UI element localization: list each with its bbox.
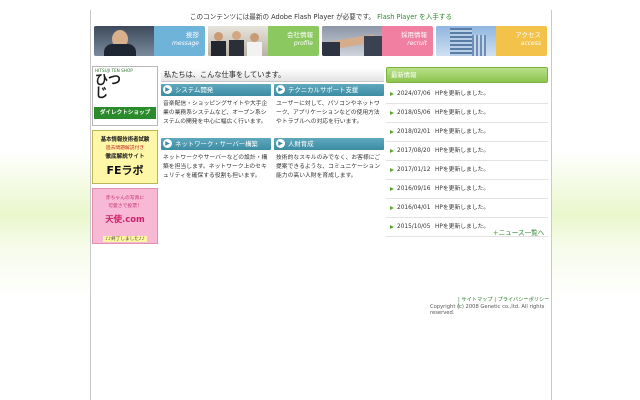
hitsuji-sub: ダイレクトショップ bbox=[94, 107, 156, 119]
news-date: 2017/08/20 bbox=[397, 148, 431, 154]
services-intro: 私たちは、こんな仕事をしています。 bbox=[161, 68, 384, 82]
page-container: このコンテンツには最新の Adobe Flash Player が必要です。 F… bbox=[90, 10, 552, 400]
nav-profile-sub: profile bbox=[293, 40, 313, 47]
news-date: 2016/09/16 bbox=[397, 186, 431, 192]
news-date: 2015/10/05 bbox=[397, 224, 431, 230]
service-system-dev: ▶ システム開発 音楽配信・ショッピングサイトや大手企業の業務系システムなど、オー… bbox=[161, 84, 271, 128]
news-list-label: ニュース一覧へ bbox=[498, 229, 545, 237]
news-item[interactable]: 2018/05/06 HPを更新しました。 bbox=[386, 104, 548, 123]
nav-recruit-label: 採用情報 bbox=[401, 31, 427, 39]
news-list-link[interactable]: +ニュース一覧へ bbox=[493, 227, 544, 237]
service-system-dev-title[interactable]: ▶ システム開発 bbox=[161, 84, 271, 96]
tenshi-sub: ♪♪終了しました♪♪ bbox=[103, 236, 147, 242]
staff-photo bbox=[208, 26, 268, 56]
nav-profile-label: 会社情報 bbox=[287, 31, 313, 39]
sitemap-link[interactable]: サイトマップ bbox=[461, 297, 492, 303]
flash-notice: このコンテンツには最新の Adobe Flash Player が必要です。 F… bbox=[91, 13, 551, 22]
news-item[interactable]: 2016/04/01 HPを更新しました。 bbox=[386, 199, 548, 218]
service-title-text: テクニカルサポート支援 bbox=[288, 86, 359, 94]
nav-message-label: 挨拶 bbox=[186, 31, 199, 39]
service-tech-support-title[interactable]: ▶ テクニカルサポート支援 bbox=[274, 84, 384, 96]
service-tech-support-body: ユーザーに対して、パソコンやネットワーク、アプリケーションなどの使用方法やトラブ… bbox=[276, 101, 380, 126]
tenshi-line1: 赤ちゃんの写真に bbox=[105, 196, 145, 201]
hitsuji-title: ひつじ bbox=[95, 73, 122, 101]
nav-access[interactable]: アクセス access bbox=[436, 26, 547, 56]
privacy-policy-link[interactable]: プライバシーポリシー bbox=[498, 297, 550, 303]
news-text: HPを更新しました。 bbox=[435, 167, 490, 173]
nav-access-label: アクセス bbox=[515, 31, 541, 39]
news-date: 2016/04/01 bbox=[397, 205, 431, 211]
president-photo bbox=[94, 26, 154, 56]
tenshi-title: 天使.com bbox=[105, 214, 145, 224]
bullet-icon bbox=[390, 110, 394, 115]
service-hr: ▶ 人財育成 技術的なスキルのみでなく、お客様にご提案できるような、コミュニケーシ… bbox=[274, 138, 384, 182]
arrow-right-icon: ▶ bbox=[276, 139, 285, 148]
nav-recruit[interactable]: 採用情報 recruit bbox=[322, 26, 433, 56]
bullet-icon bbox=[390, 129, 394, 134]
service-title-text: 人財育成 bbox=[288, 140, 314, 148]
fe-labo-line2: 過去問題解説付き bbox=[105, 146, 145, 151]
service-network: ▶ ネットワーク・サーバー構築 ネットワークやサーバーなどの設計・構築を担当します… bbox=[161, 138, 271, 182]
news-text: HPを更新しました。 bbox=[435, 205, 490, 211]
main-nav: 挨拶 message 会社情報 profile 採用情報 recruit アクセ… bbox=[94, 26, 548, 56]
copyright: Copyright (c) 2008 Genetic co.,ltd. All … bbox=[430, 304, 545, 316]
building-photo bbox=[436, 26, 496, 56]
hitsuji-shop-banner[interactable]: HITSUJI TEN SHOP ひつじ ダイレクトショップ bbox=[92, 66, 158, 126]
service-network-body: ネットワークやサーバーなどの設計・構築を担当します。ネットワーク上のセキュリティ… bbox=[163, 155, 268, 180]
bullet-icon bbox=[390, 224, 394, 229]
news-text: HPを更新しました。 bbox=[435, 186, 490, 192]
nav-message-sub: message bbox=[172, 40, 199, 47]
services-intro-text: 私たちは、こんな仕事をしています。 bbox=[164, 70, 286, 79]
arrow-right-icon: ▶ bbox=[163, 85, 172, 94]
bullet-icon bbox=[390, 167, 394, 172]
service-hr-body: 技術的なスキルのみでなく、お客様にご提案できるような、コミュニケーション能力の高… bbox=[276, 155, 381, 180]
news-date: 2018/05/06 bbox=[397, 110, 431, 116]
get-flash-player-link[interactable]: Flash Player を入手する bbox=[377, 13, 452, 21]
nav-message[interactable]: 挨拶 message bbox=[94, 26, 205, 56]
news-text: HPを更新しました。 bbox=[435, 91, 490, 97]
tenshi-banner[interactable]: 赤ちゃんの写真に 可愛さで投票！ 天使.com ♪♪終了しました♪♪ bbox=[92, 188, 158, 244]
news-item[interactable]: 2017/08/20 HPを更新しました。 bbox=[386, 142, 548, 161]
news-date: 2018/02/01 bbox=[397, 129, 431, 135]
news-date: 2024/07/06 bbox=[397, 91, 431, 97]
news-section: 最新情報 2024/07/06 HPを更新しました。 2018/05/06 HPを更… bbox=[386, 67, 548, 237]
service-system-dev-body: 音楽配信・ショッピングサイトや大手企業の業務系システムなど、オープン系システムの… bbox=[163, 101, 268, 126]
bullet-icon bbox=[390, 205, 394, 210]
arrow-right-icon: ▶ bbox=[276, 85, 285, 94]
news-text: HPを更新しました。 bbox=[435, 224, 490, 230]
news-item[interactable]: 2017/01/12 HPを更新しました。 bbox=[386, 161, 548, 180]
service-title-text: システム開発 bbox=[175, 86, 214, 94]
arrow-right-icon: ▶ bbox=[163, 139, 172, 148]
news-date: 2017/01/12 bbox=[397, 167, 431, 173]
service-title-text: ネットワーク・サーバー構築 bbox=[175, 140, 258, 148]
bullet-icon bbox=[390, 186, 394, 191]
handshake-photo bbox=[322, 26, 382, 56]
news-item[interactable]: 2024/07/06 HPを更新しました。 bbox=[386, 85, 548, 104]
news-heading: 最新情報 bbox=[386, 67, 548, 83]
news-item[interactable]: 2018/02/01 HPを更新しました。 bbox=[386, 123, 548, 142]
news-text: HPを更新しました。 bbox=[435, 110, 490, 116]
tenshi-line2: 可愛さで投票！ bbox=[108, 204, 142, 209]
news-text: HPを更新しました。 bbox=[435, 129, 490, 135]
news-text: HPを更新しました。 bbox=[435, 148, 490, 154]
bullet-icon bbox=[390, 91, 394, 96]
service-hr-title[interactable]: ▶ 人財育成 bbox=[274, 138, 384, 150]
nav-profile[interactable]: 会社情報 profile bbox=[208, 26, 319, 56]
service-network-title[interactable]: ▶ ネットワーク・サーバー構築 bbox=[161, 138, 271, 150]
bullet-icon bbox=[390, 148, 394, 153]
nav-access-sub: access bbox=[520, 40, 541, 47]
news-item[interactable]: 2016/09/16 HPを更新しました。 bbox=[386, 180, 548, 199]
fe-labo-title: FEラボ bbox=[106, 164, 144, 177]
fe-labo-line3: 徹底解説サイト bbox=[105, 154, 145, 160]
flash-notice-text: このコンテンツには最新の Adobe Flash Player が必要です。 bbox=[189, 13, 375, 21]
fe-labo-banner[interactable]: 基本情報技術者試験 過去問題解説付き 徹底解説サイト FEラボ bbox=[92, 130, 158, 184]
service-tech-support: ▶ テクニカルサポート支援 ユーザーに対して、パソコンやネットワーク、アプリケーシ… bbox=[274, 84, 384, 128]
nav-recruit-sub: recruit bbox=[407, 40, 427, 47]
fe-labo-line1: 基本情報技術者試験 bbox=[100, 137, 150, 143]
